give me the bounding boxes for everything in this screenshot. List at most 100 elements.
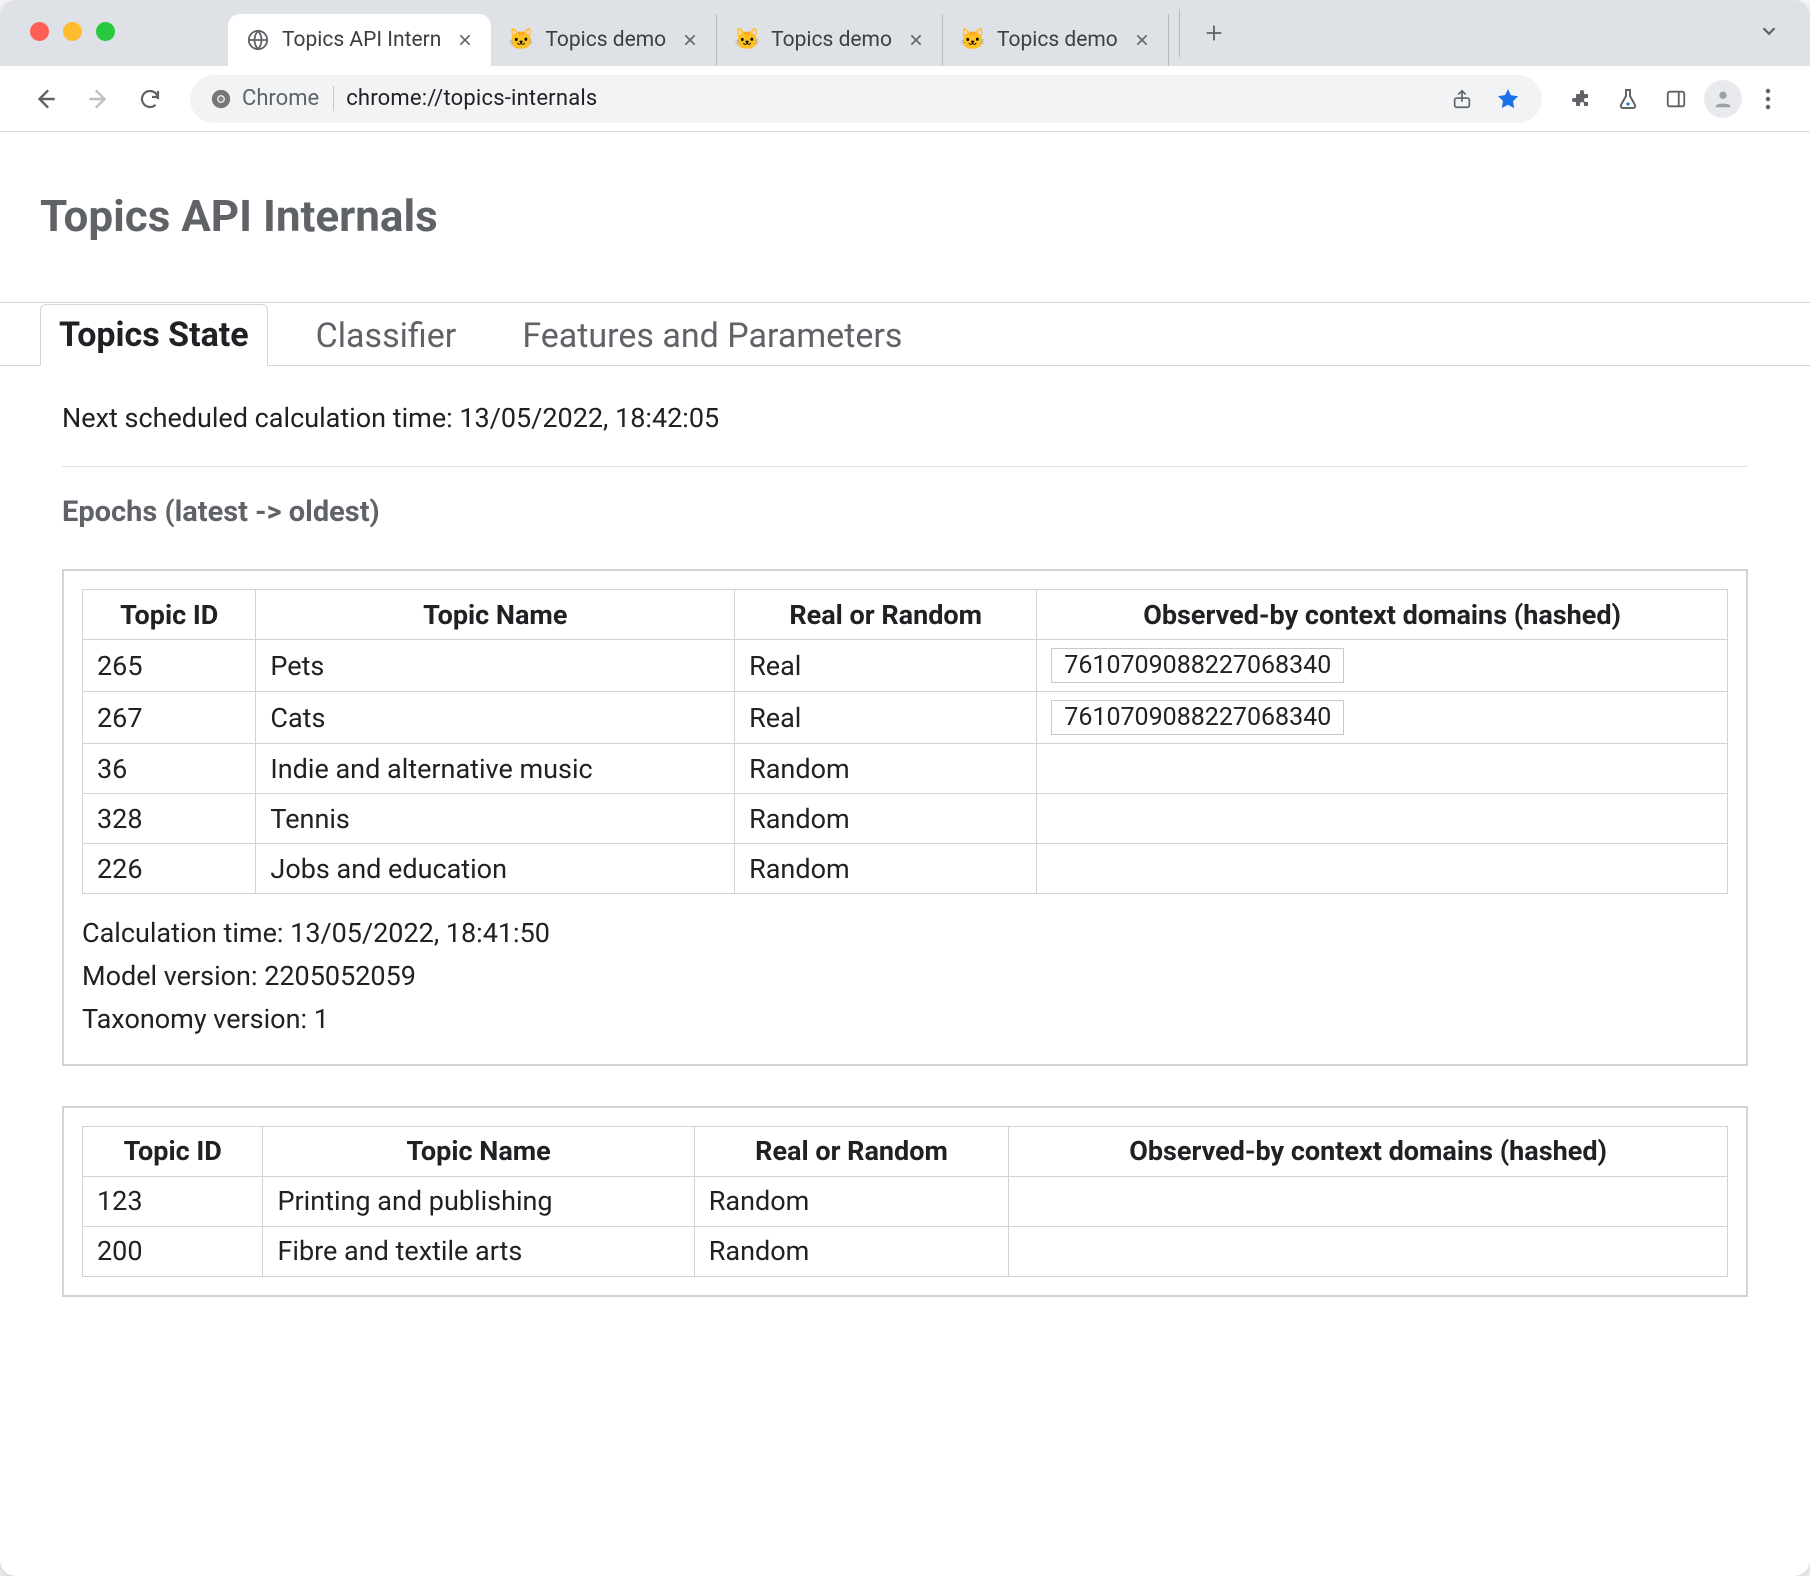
hash-chip: 7610709088227068340 bbox=[1051, 700, 1344, 735]
table-row: 267 Cats Real 7610709088227068340 bbox=[83, 692, 1728, 744]
next-calculation-line: Next scheduled calculation time: 13/05/2… bbox=[62, 386, 1748, 466]
table-row: 200 Fibre and textile arts Random bbox=[83, 1226, 1728, 1276]
topics-table: Topic ID Topic Name Real or Random Obser… bbox=[82, 1126, 1728, 1277]
cell-hash: 7610709088227068340 bbox=[1037, 692, 1728, 744]
back-button[interactable] bbox=[24, 77, 68, 121]
cell-kind: Random bbox=[735, 794, 1037, 844]
tab-label: Classifier bbox=[316, 316, 457, 356]
new-tab-button[interactable] bbox=[1179, 9, 1227, 57]
tab-features-parameters[interactable]: Features and Parameters bbox=[504, 306, 920, 366]
tab-label: Features and Parameters bbox=[522, 316, 902, 356]
url-text: chrome://topics-internals bbox=[346, 86, 597, 111]
epoch-metadata: Calculation time: 13/05/2022, 18:41:50 M… bbox=[82, 912, 1728, 1042]
reload-button[interactable] bbox=[128, 77, 172, 121]
window-maximize-button[interactable] bbox=[96, 22, 115, 41]
close-icon[interactable] bbox=[457, 32, 473, 48]
cell-hash bbox=[1009, 1226, 1728, 1276]
cell-kind: Real bbox=[735, 692, 1037, 744]
topics-table: Topic ID Topic Name Real or Random Obser… bbox=[82, 589, 1728, 894]
browser-tab-active[interactable]: Topics API Intern bbox=[228, 14, 491, 66]
cat-icon: 🐱 bbox=[961, 28, 985, 52]
labs-flask-icon[interactable] bbox=[1608, 79, 1648, 119]
tab-classifier[interactable]: Classifier bbox=[298, 306, 475, 366]
cell-topic-id: 328 bbox=[83, 794, 256, 844]
address-bar[interactable]: Chrome chrome://topics-internals bbox=[190, 75, 1542, 123]
window-minimize-button[interactable] bbox=[63, 22, 82, 41]
profile-avatar[interactable] bbox=[1704, 80, 1742, 118]
close-icon[interactable] bbox=[908, 32, 924, 48]
browser-tab[interactable]: 🐱 Topics demo bbox=[943, 14, 1169, 66]
window-close-button[interactable] bbox=[30, 22, 49, 41]
site-chip-label: Chrome bbox=[242, 86, 319, 111]
cell-hash: 7610709088227068340 bbox=[1037, 640, 1728, 692]
bookmark-star-icon[interactable] bbox=[1488, 79, 1528, 119]
cell-topic-name: Pets bbox=[256, 640, 735, 692]
content-tabs-container: Topics State Classifier Features and Par… bbox=[0, 302, 1810, 366]
page-title: Topics API Internals bbox=[40, 190, 1770, 242]
table-row: 328 Tennis Random bbox=[83, 794, 1728, 844]
close-icon[interactable] bbox=[1134, 32, 1150, 48]
tab-overflow-button[interactable] bbox=[1758, 20, 1780, 42]
cell-topic-id: 123 bbox=[83, 1176, 263, 1226]
next-calc-label: Next scheduled calculation time: bbox=[62, 402, 459, 434]
model-version: 2205052059 bbox=[264, 960, 416, 992]
browser-tabs: Topics API Intern 🐱 Topics demo 🐱 Topics… bbox=[228, 0, 1794, 66]
cell-topic-name: Fibre and textile arts bbox=[263, 1226, 694, 1276]
table-row: 36 Indie and alternative music Random bbox=[83, 744, 1728, 794]
cell-kind: Random bbox=[694, 1226, 1008, 1276]
cell-topic-id: 267 bbox=[83, 692, 256, 744]
cat-icon: 🐱 bbox=[735, 28, 759, 52]
cell-topic-id: 265 bbox=[83, 640, 256, 692]
taxonomy-version: 1 bbox=[314, 1003, 329, 1035]
browser-tab-label: Topics demo bbox=[771, 28, 892, 52]
browser-tab[interactable]: 🐱 Topics demo bbox=[717, 14, 943, 66]
browser-tab-label: Topics API Intern bbox=[282, 28, 441, 52]
hash-chip: 7610709088227068340 bbox=[1051, 648, 1344, 683]
col-topic-id: Topic ID bbox=[83, 590, 256, 640]
content-tabs: Topics State Classifier Features and Par… bbox=[40, 304, 1770, 366]
calc-time: 13/05/2022, 18:41:50 bbox=[290, 917, 550, 949]
calc-time-label: Calculation time: bbox=[82, 917, 290, 949]
browser-tab-label: Topics demo bbox=[545, 28, 666, 52]
extensions-icon[interactable] bbox=[1560, 79, 1600, 119]
cell-topic-name: Cats bbox=[256, 692, 735, 744]
taxonomy-version-label: Taxonomy version: bbox=[82, 1003, 314, 1035]
col-topic-id: Topic ID bbox=[83, 1126, 263, 1176]
cell-kind: Real bbox=[735, 640, 1037, 692]
next-calc-time: 13/05/2022, 18:42:05 bbox=[459, 402, 719, 434]
cell-hash bbox=[1037, 744, 1728, 794]
browser-window: Topics API Intern 🐱 Topics demo 🐱 Topics… bbox=[0, 0, 1810, 1576]
sidepanel-icon[interactable] bbox=[1656, 79, 1696, 119]
cell-topic-name: Printing and publishing bbox=[263, 1176, 694, 1226]
col-observed-hashed: Observed-by context domains (hashed) bbox=[1037, 590, 1728, 640]
epochs-heading: Epochs (latest -> oldest) bbox=[62, 495, 1748, 529]
close-icon[interactable] bbox=[682, 32, 698, 48]
cell-hash bbox=[1037, 794, 1728, 844]
col-topic-name: Topic Name bbox=[263, 1126, 694, 1176]
epoch-card: Topic ID Topic Name Real or Random Obser… bbox=[62, 1106, 1748, 1297]
divider bbox=[62, 466, 1748, 467]
cat-icon: 🐱 bbox=[509, 28, 533, 52]
cell-kind: Random bbox=[735, 844, 1037, 894]
tab-panel-topics-state: Next scheduled calculation time: 13/05/2… bbox=[40, 366, 1770, 1297]
cell-hash bbox=[1037, 844, 1728, 894]
forward-button[interactable] bbox=[76, 77, 120, 121]
cell-topic-id: 200 bbox=[83, 1226, 263, 1276]
table-row: 265 Pets Real 7610709088227068340 bbox=[83, 640, 1728, 692]
model-version-label: Model version: bbox=[82, 960, 264, 992]
cell-topic-name: Jobs and education bbox=[256, 844, 735, 894]
tab-topics-state[interactable]: Topics State bbox=[40, 304, 268, 366]
share-icon[interactable] bbox=[1442, 79, 1482, 119]
window-controls bbox=[30, 22, 115, 41]
cell-topic-id: 226 bbox=[83, 844, 256, 894]
table-row: 226 Jobs and education Random bbox=[83, 844, 1728, 894]
browser-tab[interactable]: 🐱 Topics demo bbox=[491, 14, 717, 66]
col-observed-hashed: Observed-by context domains (hashed) bbox=[1009, 1126, 1728, 1176]
table-row: 123 Printing and publishing Random bbox=[83, 1176, 1728, 1226]
epoch-card: Topic ID Topic Name Real or Random Obser… bbox=[62, 569, 1748, 1066]
chrome-icon bbox=[210, 88, 232, 110]
cell-topic-name: Tennis bbox=[256, 794, 735, 844]
menu-button[interactable] bbox=[1750, 88, 1786, 110]
tab-label: Topics State bbox=[59, 315, 249, 355]
table-header-row: Topic ID Topic Name Real or Random Obser… bbox=[83, 1126, 1728, 1176]
